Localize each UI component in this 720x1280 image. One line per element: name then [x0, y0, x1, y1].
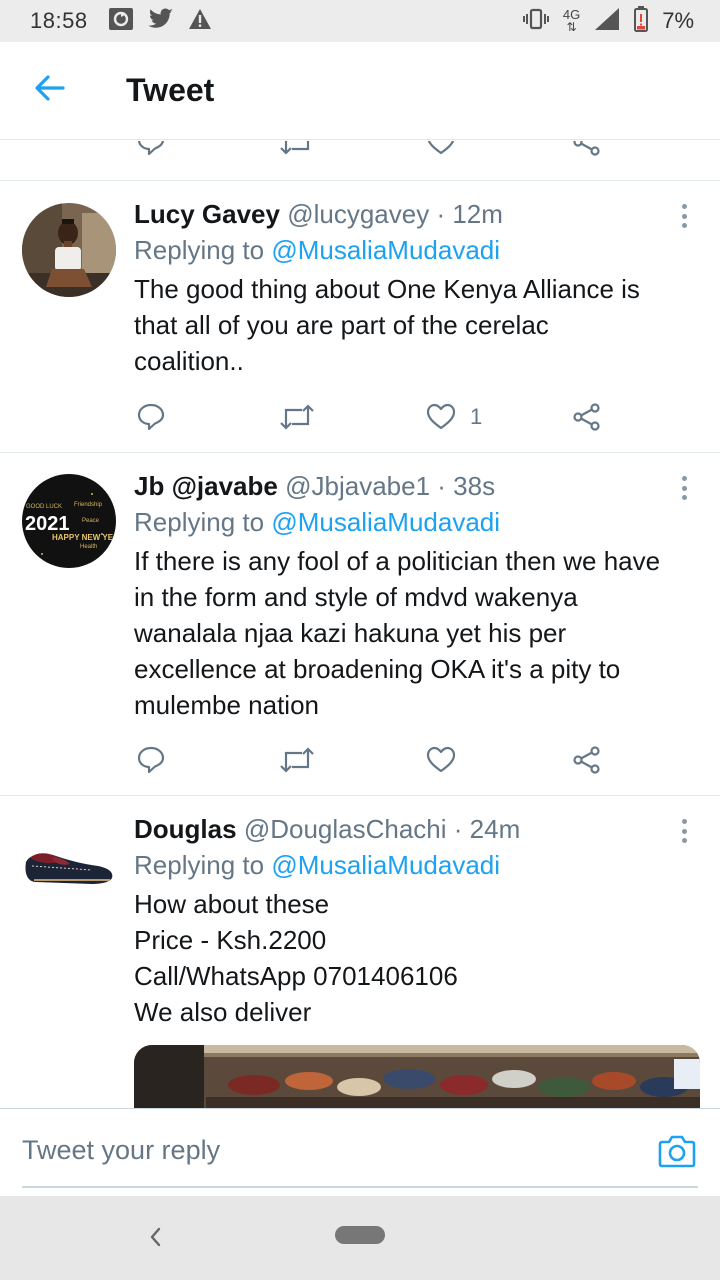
twitter-icon: [147, 7, 174, 35]
retweet-button[interactable]: [280, 397, 314, 437]
share-icon: [573, 403, 600, 431]
tweet-text: The good thing about One Kenya Alliance …: [134, 274, 640, 376]
camera-icon: [658, 1135, 696, 1168]
tweet-header: Jb @javabe @Jbjavabe1 · 38s: [134, 469, 700, 503]
share-button[interactable]: [572, 397, 602, 437]
app-bar: Tweet: [0, 42, 720, 140]
chevron-left-icon: [150, 1227, 161, 1247]
mention-link[interactable]: @MusaliaMudavadi: [271, 235, 500, 265]
avatar[interactable]: [22, 818, 116, 912]
sync-icon: [108, 7, 134, 36]
reply-icon: [137, 746, 165, 774]
share-icon: [573, 746, 600, 774]
vibrate-icon: [522, 8, 549, 35]
like-icon: [426, 403, 456, 430]
retweet-icon[interactable]: [280, 141, 314, 157]
camera-button[interactable]: [658, 1133, 696, 1169]
tweet-text: How about these Price - Ksh.2200 Call/Wh…: [134, 889, 458, 1027]
tweet-item[interactable]: GOOD LUCK Friendship Peace 2021 HAPPY NE…: [0, 453, 720, 795]
retweet-icon: [280, 404, 314, 430]
avatar[interactable]: [22, 203, 116, 297]
tweet-actions: [134, 740, 614, 780]
tweet-header: Lucy Gavey @lucygavey · 12m: [134, 197, 700, 231]
timestamp: · 24m: [453, 814, 521, 844]
retweet-button[interactable]: [280, 740, 314, 780]
status-bar: 18:58 4G ⇅ 7%: [0, 0, 720, 42]
handle[interactable]: @lucygavey: [287, 199, 429, 229]
reply-button[interactable]: [136, 740, 166, 780]
tweet-text: If there is any fool of a politician the…: [134, 546, 661, 720]
svg-text:Friendship: Friendship: [74, 502, 103, 508]
input-underline: [22, 1186, 698, 1188]
reply-input[interactable]: Tweet your reply: [22, 1135, 220, 1166]
share-button[interactable]: [572, 740, 602, 780]
tweet-media-image[interactable]: [134, 1045, 700, 1109]
back-button[interactable]: [0, 42, 100, 140]
handle[interactable]: @Jbjavabe1: [285, 471, 430, 501]
replying-prefix: Replying to: [134, 507, 265, 537]
like-icon: [426, 746, 456, 773]
like-button[interactable]: 1: [426, 397, 482, 437]
signal-icon: [594, 7, 620, 36]
svg-text:HAPPY NEW YEAR: HAPPY NEW YEAR: [52, 533, 116, 542]
reply-button[interactable]: [136, 397, 166, 437]
reply-icon: [137, 403, 165, 431]
system-nav-bar: [0, 1196, 720, 1280]
previous-tweet-actions: [134, 141, 624, 159]
tweet-header: Douglas @DouglasChachi · 24m: [134, 812, 700, 846]
mention-link[interactable]: @MusaliaMudavadi: [271, 507, 500, 537]
tweet-actions: 1: [134, 397, 614, 437]
network-type: 4G ⇅: [562, 7, 581, 34]
timestamp: · 12m: [436, 199, 503, 229]
svg-text:Peace: Peace: [82, 518, 100, 524]
share-icon[interactable]: [572, 141, 602, 157]
display-name[interactable]: Lucy Gavey: [134, 199, 280, 229]
like-count: 1: [470, 404, 483, 429]
like-button[interactable]: [426, 740, 456, 780]
replying-to-line: Replying to @MusaliaMudavadi: [134, 846, 700, 884]
reply-composer: Tweet your reply: [0, 1108, 720, 1196]
status-time: 18:58: [30, 8, 88, 33]
nav-back-button[interactable]: [144, 1224, 168, 1255]
timestamp: · 38s: [437, 471, 496, 501]
replying-prefix: Replying to: [134, 235, 265, 265]
display-name[interactable]: Jb @javabe: [134, 471, 278, 501]
battery-icon: [634, 5, 649, 37]
mention-link[interactable]: @MusaliaMudavadi: [271, 850, 500, 880]
replying-to-line: Replying to @MusaliaMudavadi: [134, 231, 700, 269]
back-arrow-icon: [35, 75, 65, 106]
display-name[interactable]: Douglas: [134, 814, 237, 844]
handle[interactable]: @DouglasChachi: [244, 814, 447, 844]
svg-text:GOOD LUCK: GOOD LUCK: [26, 504, 62, 510]
replying-prefix: Replying to: [134, 850, 265, 880]
svg-text:Health: Health: [80, 544, 97, 550]
alert-icon: [188, 8, 212, 35]
retweet-icon: [280, 747, 314, 773]
svg-text:2021: 2021: [25, 513, 70, 535]
page-title: Tweet: [126, 72, 215, 108]
battery-percent: 7%: [662, 8, 694, 33]
reply-icon[interactable]: [136, 141, 166, 157]
nav-home-button[interactable]: [335, 1226, 385, 1244]
avatar[interactable]: GOOD LUCK Friendship Peace 2021 HAPPY NE…: [22, 474, 116, 568]
replying-to-line: Replying to @MusaliaMudavadi: [134, 503, 700, 541]
like-icon[interactable]: [426, 141, 456, 157]
tweet-item[interactable]: Lucy Gavey @lucygavey · 12m Replying to …: [0, 181, 720, 451]
